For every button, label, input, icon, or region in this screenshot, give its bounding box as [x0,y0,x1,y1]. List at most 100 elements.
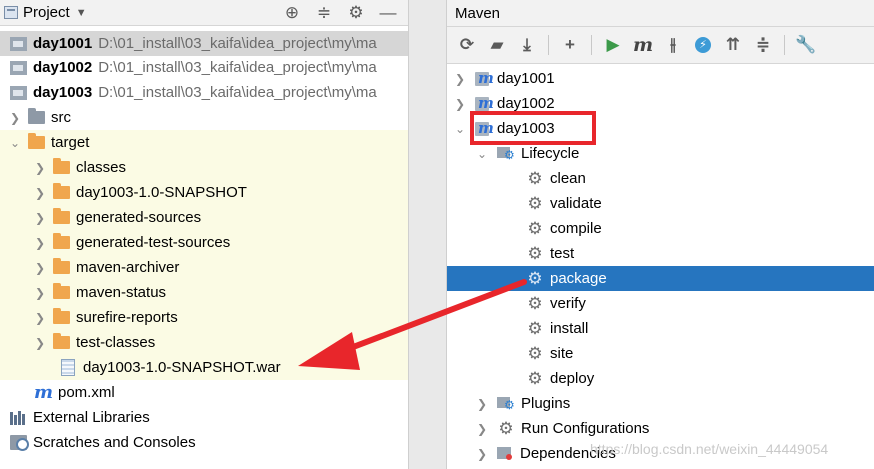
download-icon[interactable]: ⤓ [515,33,539,57]
tree-item-module-day1002[interactable]: day1002 D:\01_install\03_kaifa\idea_proj… [0,55,408,80]
tree-item-war-file[interactable]: day1003-1.0-SNAPSHOT.war [0,355,408,380]
toolbar-separator [548,35,549,55]
chevron-right-icon[interactable]: ❯ [33,211,47,225]
panel-divider[interactable] [408,0,447,469]
maven-plugins-label: Plugins [521,395,571,412]
gear-icon: ⚙ [527,243,543,263]
module-path: D:\01_install\03_kaifa\idea_project\my\m… [98,35,377,52]
chevron-right-icon[interactable]: ❯ [453,72,467,86]
maven-header: Maven [447,0,874,26]
module-path: D:\01_install\03_kaifa\idea_project\my\m… [98,59,377,76]
maven-goal-validate[interactable]: ⚙ validate [447,191,874,216]
annotation-highlight-box [470,111,596,145]
maven-goal-site[interactable]: ⚙ site [447,341,874,366]
tree-item-label: generated-test-sources [76,234,231,251]
folder-icon [53,283,70,299]
locate-target-icon[interactable]: ⊕ [282,3,302,23]
tree-item-target-child[interactable]: ❯ maven-status [0,280,408,305]
archive-file-icon [61,359,75,376]
chevron-down-icon[interactable]: ▼ [76,7,87,19]
chevron-right-icon[interactable]: ❯ [33,186,47,200]
maven-goal-test[interactable]: ⚙ test [447,241,874,266]
chevron-right-icon[interactable]: ❯ [475,422,489,436]
chevron-right-icon[interactable]: ❯ [475,397,489,411]
execute-goal-icon[interactable]: m [631,33,655,57]
chevron-down-icon[interactable]: ⌄ [8,136,22,150]
chevron-right-icon[interactable]: ❯ [475,447,489,461]
gear-icon: ⚙ [527,368,543,388]
chevron-right-icon[interactable]: ❯ [453,97,467,111]
tree-item-target-child[interactable]: ❯ generated-test-sources [0,230,408,255]
chevron-right-icon[interactable]: ❯ [33,261,47,275]
tree-item-scratches[interactable]: Scratches and Consoles [0,430,408,455]
tree-item-module-day1001[interactable]: day1001 D:\01_install\03_kaifa\idea_proj… [0,31,408,56]
tree-item-label: External Libraries [33,409,150,426]
maven-lifecycle-label: Lifecycle [521,145,580,162]
skip-tests-icon[interactable]: ⚡ [691,33,715,57]
maven-goal-verify[interactable]: ⚙ verify [447,291,874,316]
reload-icon[interactable]: ⟳ [455,33,479,57]
chevron-right-icon[interactable]: ❯ [33,336,47,350]
tree-item-external-libraries[interactable]: External Libraries [0,405,408,430]
maven-goal-label: package [550,270,607,287]
wrench-icon[interactable]: 🔧 [794,33,818,57]
gear-icon: ⚙ [527,168,543,188]
show-dependencies-icon[interactable]: ⇈ [721,33,745,57]
hide-panel-icon[interactable]: — [378,3,398,23]
tree-item-label: pom.xml [58,384,115,401]
gear-icon: ⚙ [527,318,543,338]
chevron-down-icon[interactable]: ⌄ [453,122,467,136]
maven-goal-package[interactable]: ⚙ package [447,266,874,291]
tree-item-target-child[interactable]: ❯ surefire-reports [0,305,408,330]
run-icon[interactable]: ▶ [601,33,625,57]
maven-run-configurations[interactable]: ❯ ⚙ Run Configurations [447,416,874,441]
gear-icon[interactable]: ⚙ [346,3,366,23]
maven-goal-install[interactable]: ⚙ install [447,316,874,341]
add-icon[interactable]: + [558,33,582,57]
chevron-right-icon[interactable]: ❯ [33,311,47,325]
tree-item-label: classes [76,159,127,176]
lifecycle-icon [497,146,515,162]
scratches-icon [10,435,29,451]
tree-item-target-child[interactable]: ❯ classes [0,155,408,180]
add-maven-folder-icon[interactable]: ▰ [485,33,509,57]
maven-module-icon [475,69,494,87]
chevron-right-icon[interactable]: ❯ [33,236,47,250]
project-title[interactable]: Project [23,4,70,21]
project-panel: Project ▼ ⊕ ≑ ⚙ — day1001 D:\01_install\… [0,0,408,469]
chevron-right-icon[interactable]: ❯ [33,161,47,175]
plugins-icon [497,396,515,412]
chevron-right-icon[interactable]: ❯ [33,286,47,300]
toggle-offline-icon[interactable]: ⫲ [661,33,685,57]
tree-item-target-child[interactable]: ❯ day1003-1.0-SNAPSHOT [0,180,408,205]
tree-item-pom[interactable]: m pom.xml [0,380,408,405]
maven-plugins[interactable]: ❯ Plugins [447,391,874,416]
maven-goal-deploy[interactable]: ⚙ deploy [447,366,874,391]
chevron-right-icon[interactable]: ❯ [8,111,22,125]
collapse-all-icon[interactable]: ≑ [314,3,334,23]
folder-icon [28,133,45,149]
maven-goal-compile[interactable]: ⚙ compile [447,216,874,241]
maven-module-label: day1002 [497,95,555,112]
project-header: Project ▼ ⊕ ≑ ⚙ — [0,0,408,26]
chevron-down-icon[interactable]: ⌄ [475,147,489,161]
project-view-icon [4,6,18,19]
module-path: D:\01_install\03_kaifa\idea_project\my\m… [98,84,377,101]
maven-module-day1001[interactable]: ❯ day1001 [447,66,874,91]
tree-item-target-child[interactable]: ❯ maven-archiver [0,255,408,280]
tree-item-label: day1003-1.0-SNAPSHOT.war [83,359,281,376]
maven-module-icon [475,94,494,112]
tree-item-target-child[interactable]: ❯ test-classes [0,330,408,355]
tree-item-module-day1003[interactable]: day1003 D:\01_install\03_kaifa\idea_proj… [0,80,408,105]
tree-item-label: generated-sources [76,209,202,226]
tree-item-target-child[interactable]: ❯ generated-sources [0,205,408,230]
collapse-all-icon[interactable]: ≑ [751,33,775,57]
maven-goal-label: install [550,320,589,337]
maven-toolbar: ⟳ ▰ ⤓ + ▶ m ⫲ ⚡ ⇈ ≑ 🔧 [447,26,874,64]
maven-goal-clean[interactable]: ⚙ clean [447,166,874,191]
project-header-tools: ⊕ ≑ ⚙ — [282,3,408,23]
maven-goal-label: site [550,345,574,362]
tree-item-src[interactable]: ❯ src [0,105,408,130]
maven-panel: Maven ⟳ ▰ ⤓ + ▶ m ⫲ ⚡ ⇈ ≑ 🔧 ❯ day1001 ❯ … [447,0,874,469]
tree-item-target[interactable]: ⌄ target [0,130,408,155]
